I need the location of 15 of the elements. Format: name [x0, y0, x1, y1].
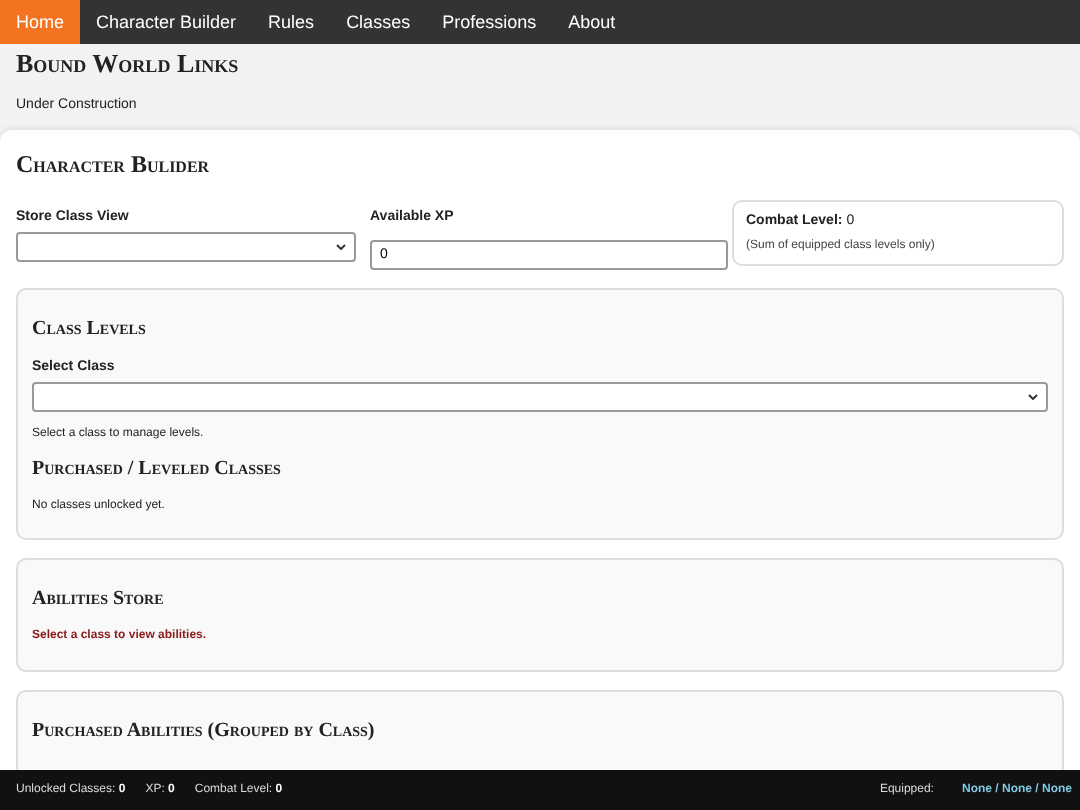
section-heading: Purchased / Leveled Classes	[32, 458, 283, 480]
nav-link[interactable]: Rules	[252, 0, 331, 44]
section-heading: Class Levels	[32, 318, 148, 340]
page-heading: Character Bulider	[16, 150, 212, 180]
site-title: Bound World Links	[16, 48, 241, 80]
select-field[interactable]	[16, 232, 356, 262]
nav-link[interactable]: Classes	[330, 0, 427, 44]
nav-link[interactable]: Character Builder	[80, 0, 253, 44]
section-heading: Abilities Store	[32, 588, 166, 610]
nav-link[interactable]: Professions	[426, 0, 553, 44]
caret-icon	[1028, 394, 1038, 400]
nav-link[interactable]: About	[552, 0, 632, 44]
caret-icon	[336, 244, 346, 250]
section-heading: Purchased Abilities (Grouped by Class)	[32, 720, 377, 742]
class-select[interactable]	[32, 382, 1048, 412]
